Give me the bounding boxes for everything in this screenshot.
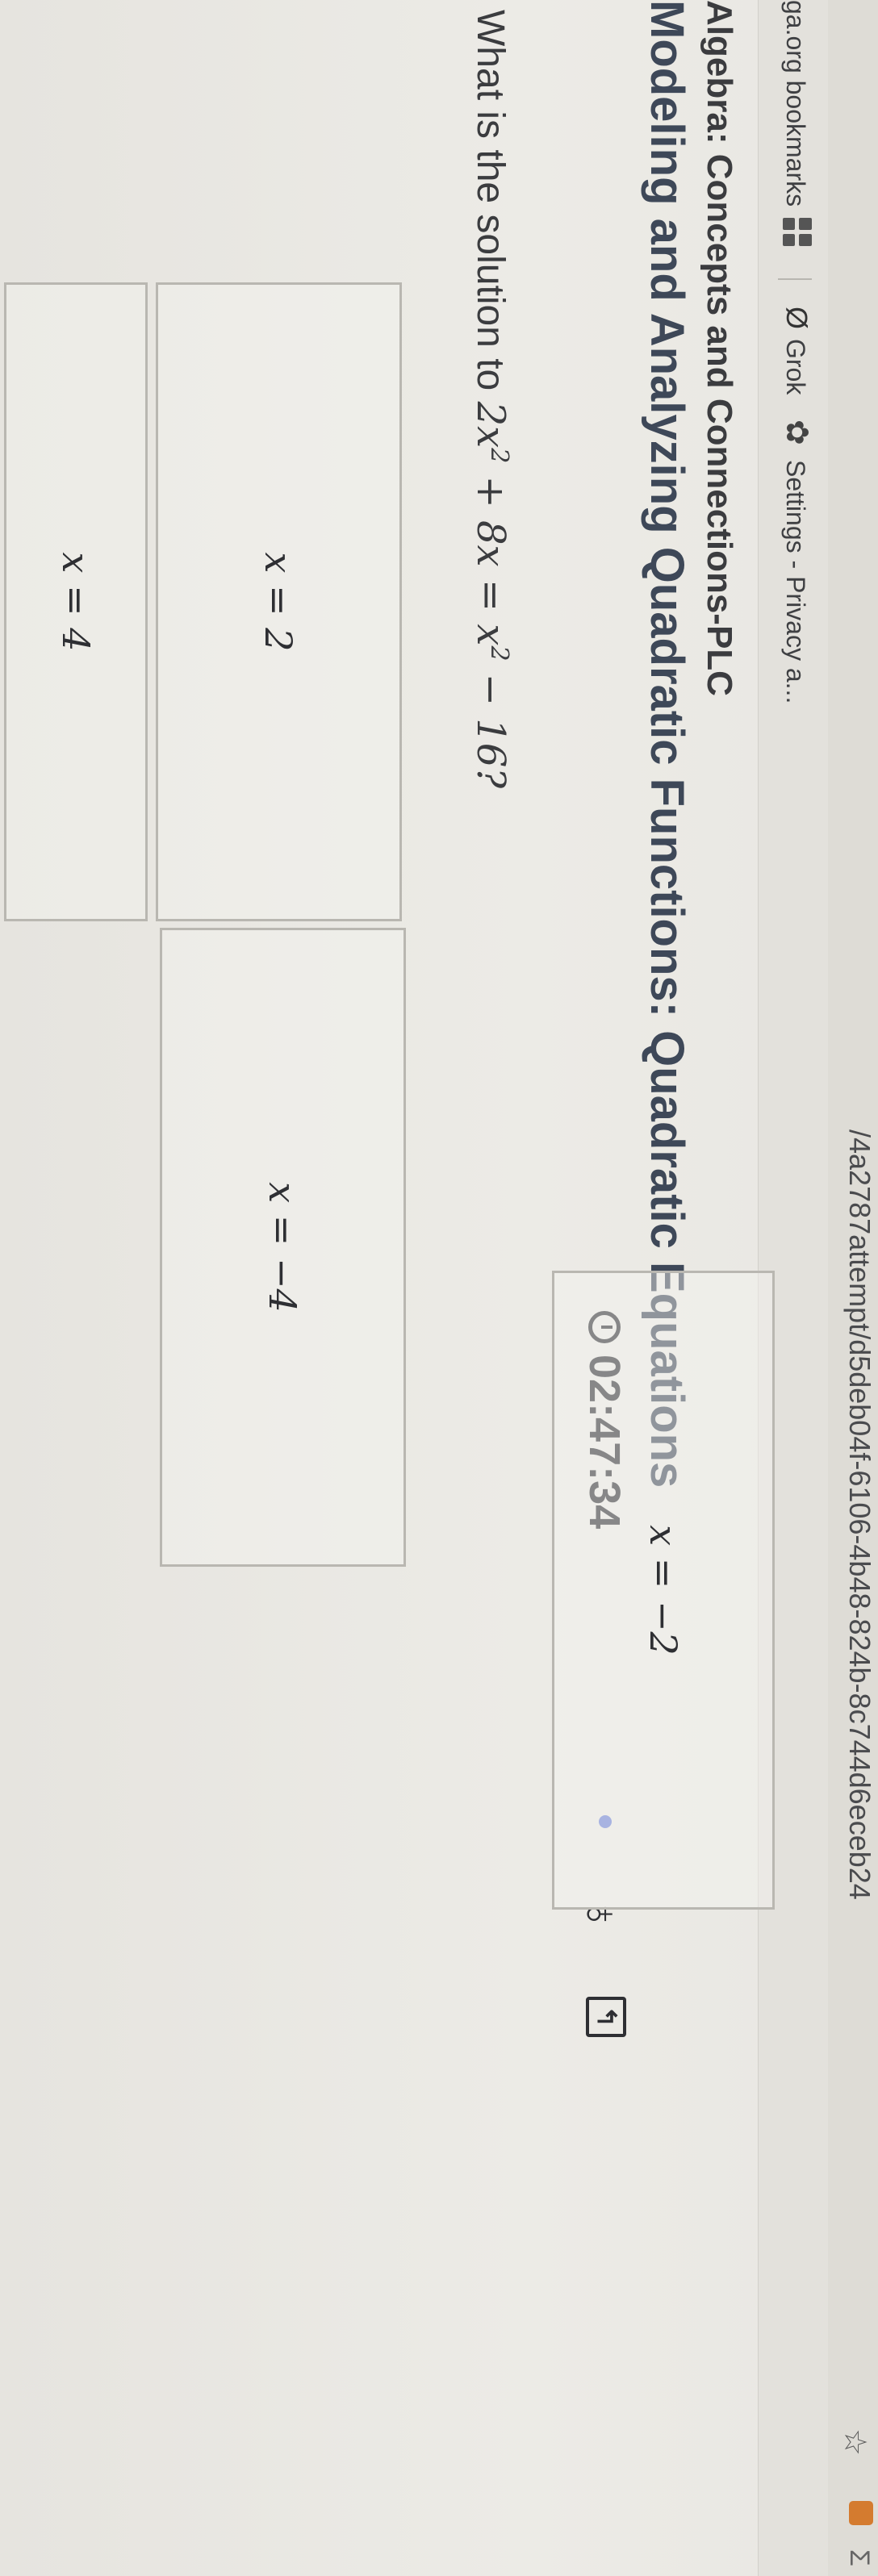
back-arrow-icon[interactable]: ↰ <box>586 1997 626 2037</box>
answer-choice-1-label: x = 2 <box>257 552 301 652</box>
browser-screen: /4a2787attempt/d5deb04f-6106-4b48-824b-8… <box>0 0 878 2576</box>
lesson-title: Modeling and Analyzing Quadratic Functio… <box>641 0 693 1488</box>
extension-icon[interactable] <box>849 2501 873 2525</box>
course-title: Algebra: Concepts and Connections-PLC <box>700 0 739 696</box>
address-url[interactable]: /4a2787attempt/d5deb04f-6106-4b48-824b-8… <box>842 1129 876 1900</box>
question-math: 2x2 + 8x = x2 − 16? <box>468 402 513 789</box>
bookmark-star-icon[interactable]: ☆ <box>837 2428 873 2456</box>
bookmarks-divider <box>778 278 812 280</box>
answer-choice-3-label: x = −2 <box>642 1525 685 1655</box>
apps-grid-icon[interactable] <box>783 218 812 247</box>
bookmark-grok[interactable]: Grok <box>780 339 810 395</box>
math-exponent-1: 2 <box>485 448 513 464</box>
answer-choice-2-label: x = −4 <box>261 1182 305 1313</box>
math-term-1: 2x <box>468 401 513 449</box>
question-prefix: What is the solution to <box>469 10 512 402</box>
math-term-3: − 16? <box>468 661 513 789</box>
answer-choice-4-label: x = 4 <box>54 552 98 652</box>
answer-choice-4[interactable]: x = 4 <box>4 282 148 921</box>
question-text: What is the solution to 2x2 + 8x = x2 − … <box>468 10 513 788</box>
sigma-extension-icon[interactable]: Σ <box>843 2549 875 2566</box>
grok-icon: Ø <box>780 307 813 330</box>
settings-gear-icon: ✿ <box>780 420 813 445</box>
bookmark-ga-org[interactable]: ga.org bookmarks <box>780 0 810 207</box>
math-term-2: + 8x = x <box>468 463 513 646</box>
answer-choice-1[interactable]: x = 2 <box>156 282 402 921</box>
answer-choice-3[interactable]: x = −2 <box>552 1271 775 1910</box>
bookmark-settings-privacy[interactable]: Settings - Privacy a... <box>780 460 810 703</box>
address-bar[interactable]: /4a2787attempt/d5deb04f-6106-4b48-824b-8… <box>828 0 878 2576</box>
math-exponent-2: 2 <box>485 645 513 662</box>
answer-choice-2[interactable]: x = −4 <box>160 928 406 1567</box>
